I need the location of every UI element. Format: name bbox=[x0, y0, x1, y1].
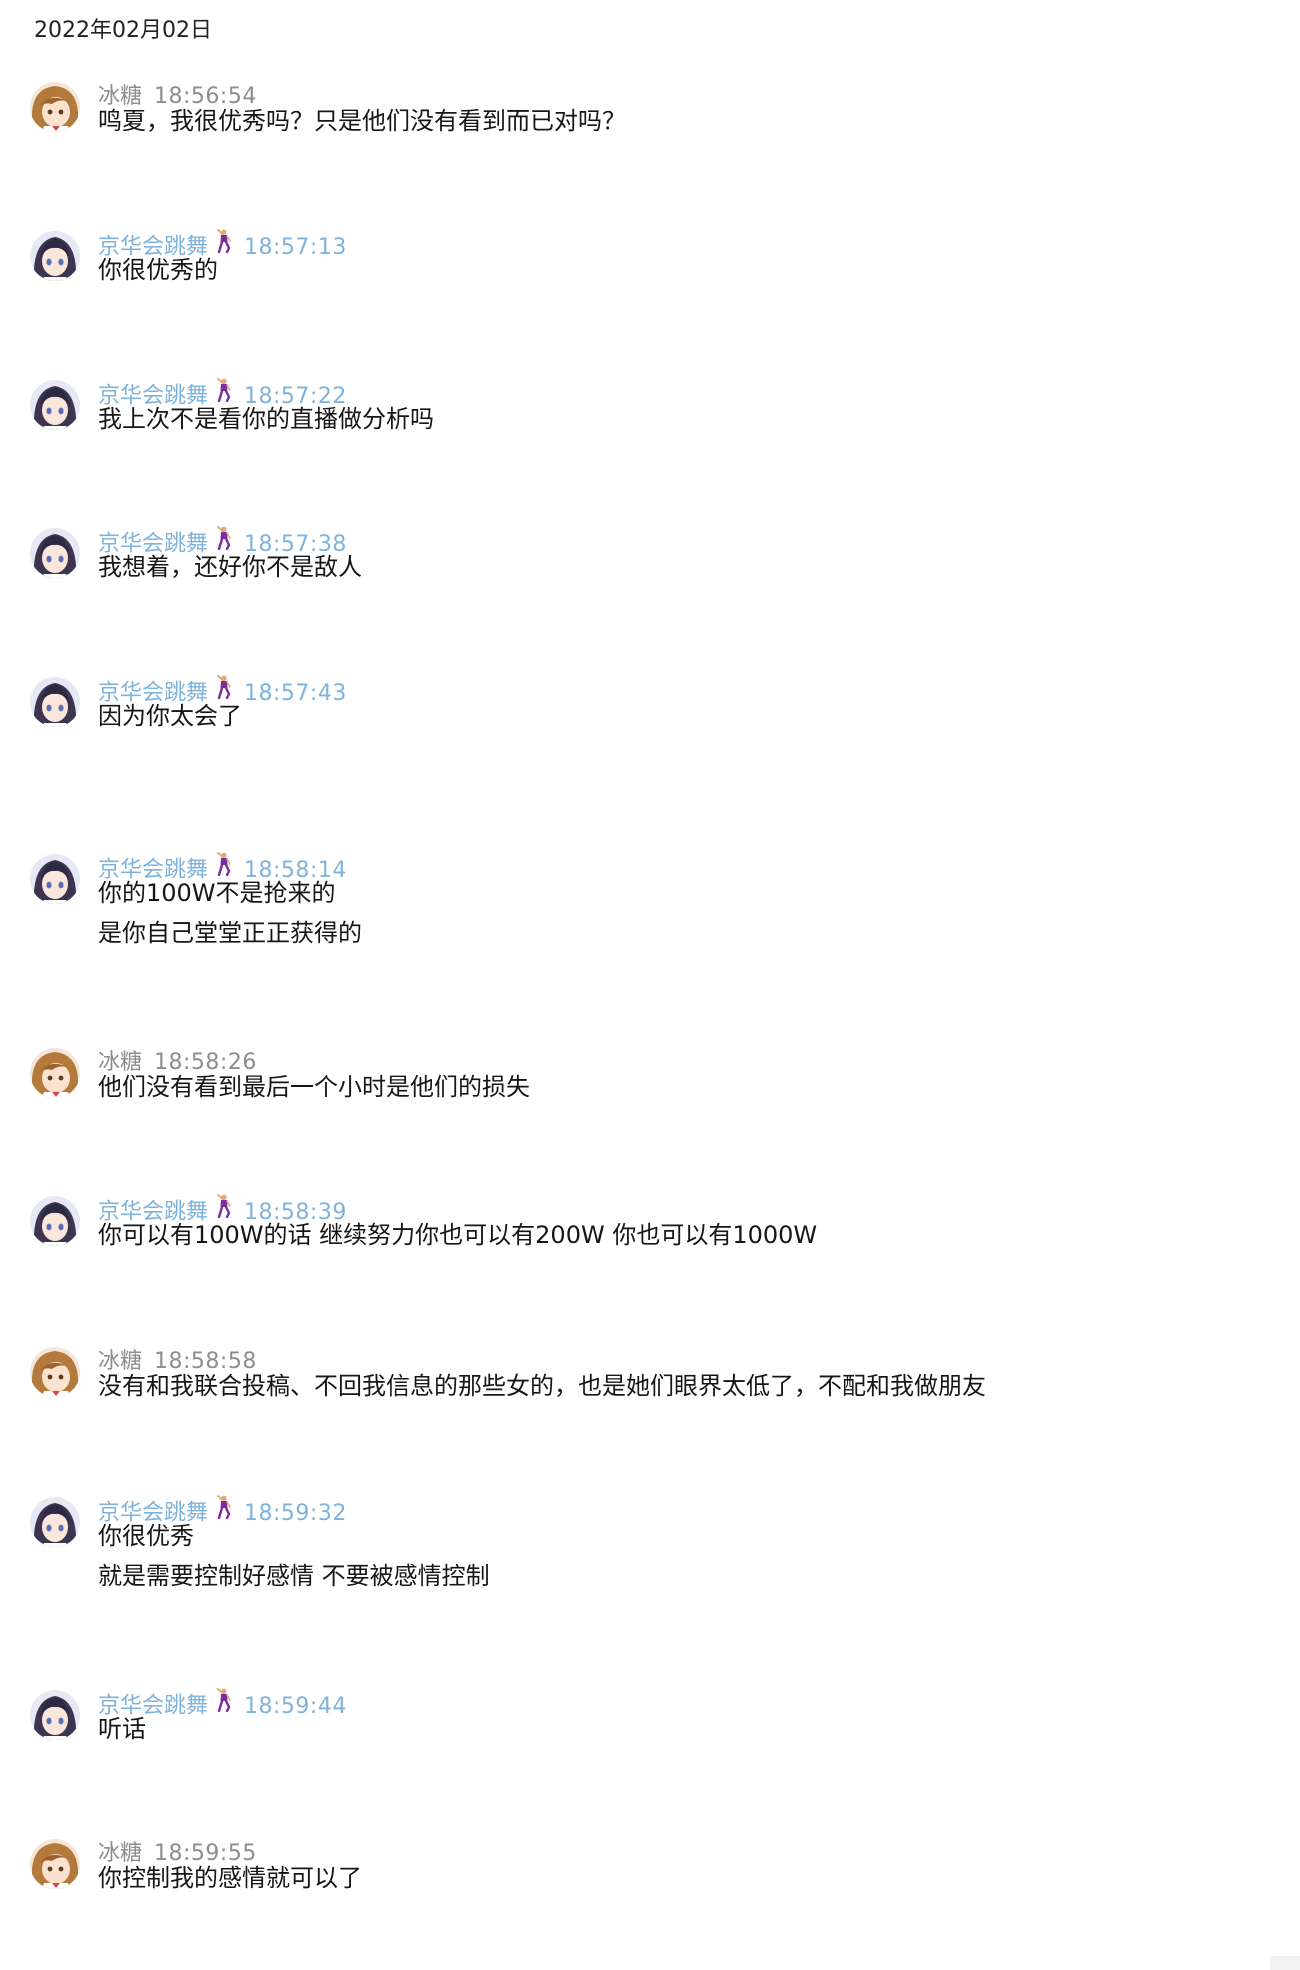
message-text: 鸣夏，我很优秀吗？只是他们没有看到而已对吗？ bbox=[98, 107, 626, 135]
message-timestamp: 18:57:13 bbox=[244, 234, 347, 260]
message-text: 你很优秀的 bbox=[98, 256, 218, 284]
jinghua-avatar[interactable] bbox=[30, 528, 80, 578]
message-text: 他们没有看到最后一个小时是他们的损失 bbox=[98, 1073, 530, 1101]
message-text: 我上次不是看你的直播做分析吗 bbox=[98, 405, 434, 433]
jinghua-avatar[interactable] bbox=[30, 380, 80, 430]
message-text: 你的100W不是抢来的 bbox=[98, 879, 336, 907]
message-text: 是你自己堂堂正正获得的 bbox=[98, 919, 362, 947]
bingtang-avatar[interactable] bbox=[30, 82, 80, 132]
message-text: 听话 bbox=[98, 1715, 146, 1743]
message-text: 你很优秀 bbox=[98, 1522, 194, 1550]
message-text: 我想着，还好你不是敌人 bbox=[98, 553, 362, 581]
message-text: 因为你太会了 bbox=[98, 702, 242, 730]
message-timestamp: 18:59:44 bbox=[244, 1693, 347, 1719]
corner-mark bbox=[1270, 1956, 1300, 1970]
jinghua-avatar[interactable] bbox=[30, 1497, 80, 1547]
message-text: 就是需要控制好感情 不要被感情控制 bbox=[98, 1562, 490, 1590]
jinghua-avatar[interactable] bbox=[30, 1196, 80, 1246]
message-text: 你控制我的感情就可以了 bbox=[98, 1864, 362, 1892]
message-text: 你可以有100W的话 继续努力你也可以有200W 你也可以有1000W bbox=[98, 1221, 818, 1249]
jinghua-avatar[interactable] bbox=[30, 854, 80, 904]
message-text: 没有和我联合投稿、不回我信息的那些女的，也是她们眼界太低了，不配和我做朋友 bbox=[98, 1372, 986, 1400]
bingtang-avatar[interactable] bbox=[30, 1347, 80, 1397]
bingtang-avatar[interactable] bbox=[30, 1048, 80, 1098]
message-timestamp: 18:57:43 bbox=[244, 680, 347, 706]
dancer-emoji-icon bbox=[214, 1495, 234, 1528]
bingtang-avatar[interactable] bbox=[30, 1839, 80, 1889]
dancer-emoji-icon bbox=[214, 1688, 234, 1721]
message-timestamp: 18:59:32 bbox=[244, 1500, 347, 1526]
jinghua-avatar[interactable] bbox=[30, 231, 80, 281]
date-header: 2022年02月02日 bbox=[34, 18, 212, 43]
jinghua-avatar[interactable] bbox=[30, 677, 80, 727]
jinghua-avatar[interactable] bbox=[30, 1690, 80, 1740]
